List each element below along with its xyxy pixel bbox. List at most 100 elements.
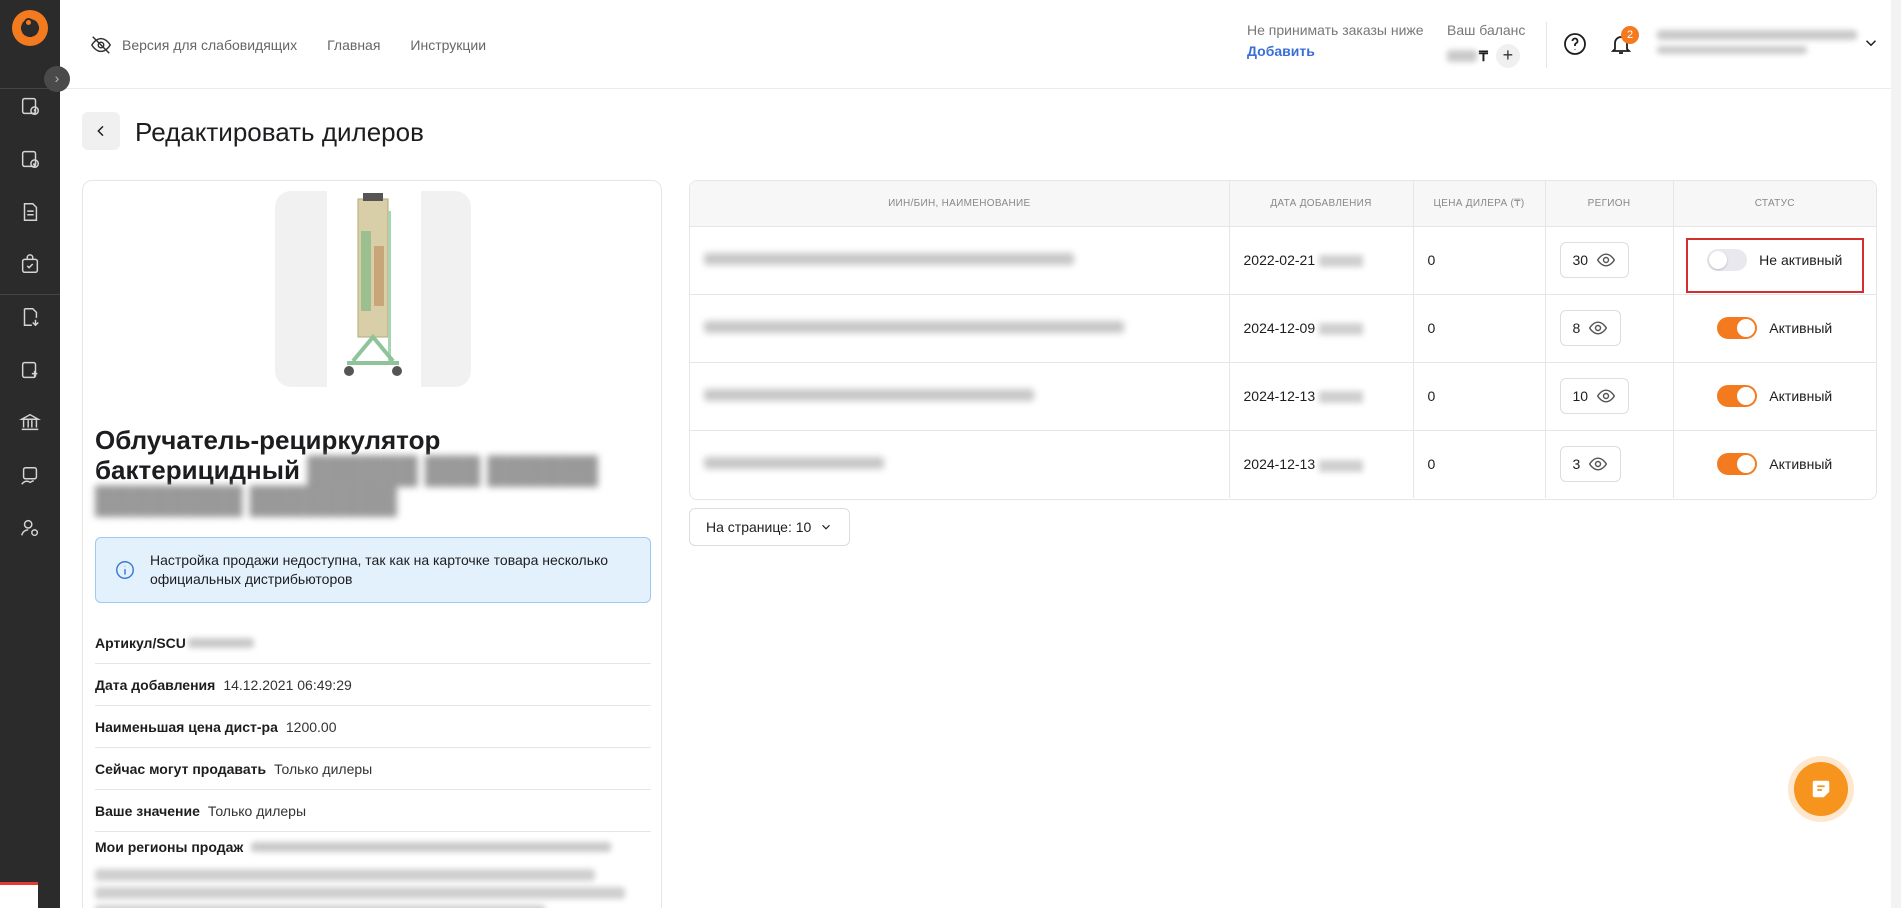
col-header-price[interactable]: ЦЕНА ДИЛЕРА (₸) [1413,181,1546,227]
page-title: Редактировать дилеров [135,117,424,147]
add-product-icon[interactable] [18,358,42,382]
attr-regions-value [251,842,612,852]
dealer-date: 2024-12-09 [1243,320,1316,336]
region-button[interactable]: 8 [1559,310,1622,346]
attr-who-sells: Сейчас могут продавать Только дилеры [95,748,651,790]
balance-topup-button[interactable]: + [1495,44,1520,68]
regions-list-blurred [95,869,635,908]
dealer-name-cell [690,226,1230,295]
dealer-name-cell [690,362,1230,431]
product-image-drawing [344,193,402,376]
notification-badge: 2 [1621,26,1639,44]
dealer-name [704,321,1124,333]
user-company [1657,46,1807,54]
eye-icon [1596,253,1616,267]
dealer-name [704,389,1034,401]
back-button[interactable] [82,112,120,150]
dealers-table: ИИН/БИН, НАИМЕНОВАНИЕ ДАТА ДОБАВЛЕНИЯ ЦЕ… [689,180,1877,500]
nav-instructions-link[interactable]: Инструкции [410,37,486,53]
dealer-region-cell: 3 [1545,430,1674,498]
accessibility-label: Версия для слабовидящих [122,37,298,53]
sidebar-divider [0,294,60,295]
dealer-date: 2024-12-13 [1243,456,1316,473]
dealer-name-cell [690,430,1230,498]
dealer-time [1319,391,1364,404]
dealer-region-cell: 8 [1545,294,1674,363]
dealer-region-cell: 10 [1545,362,1674,431]
dealer-status-cell: Не активный [1673,226,1876,295]
eye-icon [1596,389,1616,403]
dealer-name [704,253,1074,265]
info-icon [116,561,134,579]
user-menu[interactable] [1657,30,1857,54]
bag-icon[interactable] [18,252,42,276]
orders-history-icon[interactable] [18,94,42,118]
user-settings-icon[interactable] [18,516,42,540]
dealer-date: 2024-12-13 [1243,388,1316,404]
table-row: 2024-12-09 0 8 Активный [690,294,1876,363]
table-row: 2024-12-13 0 10 Активный [690,362,1876,431]
region-count: 10 [1572,388,1589,404]
dealer-price-cell: 0 [1413,362,1546,431]
document-icon[interactable] [18,200,42,224]
dealer-time [1319,255,1364,268]
dealer-status-cell: Активный [1673,362,1876,431]
sidebar-collapse-button[interactable]: › [44,66,70,92]
product-image[interactable] [275,191,471,387]
chevron-down-icon[interactable] [1862,34,1880,52]
region-count: 3 [1572,456,1581,473]
col-header-iin[interactable]: ИИН/БИН, НАИМЕНОВАНИЕ [690,181,1230,227]
balance-value [1447,50,1477,62]
bank-icon[interactable] [18,410,42,434]
col-header-date[interactable]: ДАТА ДОБАВЛЕНИЯ [1229,181,1414,227]
attr-min-price-label: Наименьшая цена дист-ра [95,718,278,735]
attr-who-sells-label: Сейчас могут продавать [95,760,267,777]
col-header-status[interactable]: СТАТУС [1673,181,1876,227]
balance-label: Ваш баланс [1447,22,1526,38]
dealer-date-cell: 2022-02-21 [1229,226,1414,295]
min-orders-add-link[interactable]: Добавить [1247,43,1424,59]
status-toggle[interactable] [1717,385,1758,407]
col-header-region[interactable]: РЕГИОН [1545,181,1674,227]
chevron-down-icon [822,524,831,530]
region-button[interactable]: 3 [1559,446,1622,483]
status-toggle[interactable] [1717,317,1758,339]
chat-button[interactable] [1794,762,1848,816]
per-page-label: На странице: 10 [706,519,812,535]
app-logo[interactable] [12,10,48,46]
import-icon[interactable] [18,305,42,329]
status-toggle[interactable] [1717,453,1758,476]
attr-date-label: Дата добавления [95,676,216,693]
per-page-select[interactable]: На странице: 10 [689,508,851,546]
status-toggle[interactable] [1707,249,1748,271]
eye-icon [1589,321,1608,335]
product-card: Облучатель-рециркулятор бактерицидный ██… [82,180,662,908]
region-count: 30 [1572,252,1589,268]
dealer-time [1319,459,1364,472]
status-label: Активный [1769,320,1833,336]
dealer-price-cell: 0 [1413,294,1546,363]
app-badge-icon[interactable] [0,882,38,908]
dealer-price-cell: 0 [1413,430,1546,498]
attr-your-value-value: Только дилеры [207,802,307,819]
header-divider [1546,22,1547,68]
attr-sku-value [187,637,254,648]
accessibility-link[interactable]: Версия для слабовидящих [90,34,297,56]
info-alert: Настройка продажи недоступна, так как на… [95,537,651,603]
attr-min-price: Наименьшая цена дист-ра 1200.00 [95,706,651,748]
table-row: 2024-12-13 0 3 Активный [690,430,1876,498]
table-row: 2022-02-21 0 30 Не активный [690,226,1876,295]
support-icon[interactable] [18,464,42,488]
dealer-date-cell: 2024-12-13 [1229,362,1414,431]
nav-home-link[interactable]: Главная [327,37,380,53]
region-button[interactable]: 10 [1559,378,1630,414]
help-icon[interactable] [1563,32,1587,56]
page-scrollbar[interactable] [1891,0,1901,908]
region-button[interactable]: 30 [1559,242,1630,278]
dealer-region-cell: 30 [1545,226,1674,295]
chat-icon [1812,780,1830,798]
top-nav: Версия для слабовидящих Главная Инструкц… [90,34,486,56]
attr-who-sells-value: Только дилеры [274,760,373,777]
min-orders-label: Не принимать заказы ниже [1247,22,1424,38]
orders-check-icon[interactable] [18,147,42,171]
